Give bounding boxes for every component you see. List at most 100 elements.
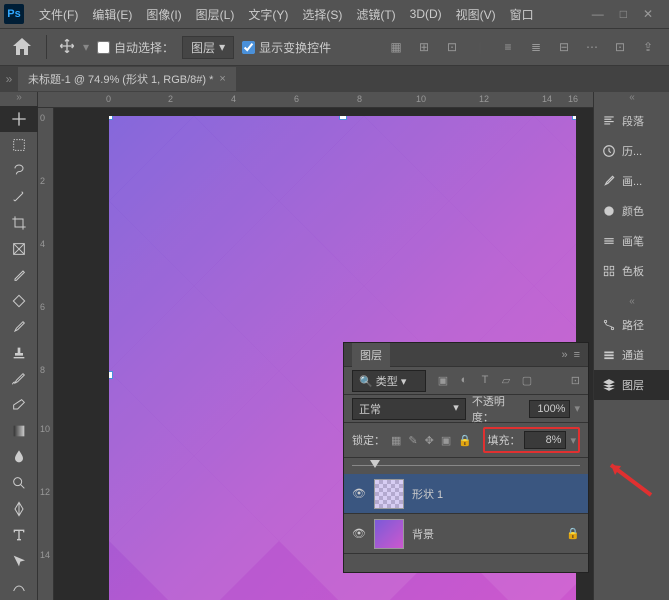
share-icon[interactable]: ⇪	[637, 40, 659, 54]
layers-panel-tab[interactable]: 图层	[352, 343, 390, 367]
gradient-tool[interactable]	[0, 418, 38, 444]
auto-select-target-dropdown[interactable]: 图层▾	[182, 36, 234, 59]
filter-shape-icon[interactable]: ▱	[499, 374, 513, 387]
layer-name[interactable]: 形状 1	[412, 486, 580, 502]
mode-icon[interactable]: ⊡	[609, 40, 631, 54]
maximize-icon[interactable]: □	[620, 7, 627, 21]
minimize-icon[interactable]: —	[592, 7, 604, 21]
healing-tool[interactable]	[0, 288, 38, 314]
layer-name[interactable]: 背景	[412, 526, 558, 542]
filter-pixel-icon[interactable]: ▣	[436, 374, 450, 387]
eraser-tool[interactable]	[0, 392, 38, 418]
visibility-toggle-icon[interactable]: 👁	[352, 527, 366, 540]
align-icon[interactable]: ⊞	[413, 40, 435, 54]
ruler-horizontal[interactable]: 0246810121416	[38, 92, 593, 108]
panel-history[interactable]: 历...	[594, 136, 669, 166]
transform-handle[interactable]	[339, 116, 347, 120]
type-tool[interactable]	[0, 522, 38, 548]
filter-smart-icon[interactable]: ▢	[520, 374, 534, 387]
close-icon[interactable]: ✕	[643, 7, 653, 21]
panel-brushes[interactable]: 画...	[594, 166, 669, 196]
frame-tool[interactable]	[0, 236, 38, 262]
distribute-icon[interactable]: ≣	[525, 40, 547, 54]
lock-all-icon[interactable]: 🔒	[458, 434, 472, 447]
lock-brush-icon[interactable]: ✎	[408, 434, 417, 447]
dodge-tool[interactable]	[0, 470, 38, 496]
opacity-value[interactable]: 100%	[529, 400, 570, 418]
auto-select-checkbox[interactable]: 自动选择：	[97, 39, 174, 56]
layer-thumbnail[interactable]	[374, 479, 404, 509]
fill-value[interactable]: 8%	[524, 431, 566, 449]
lock-label: 锁定：	[352, 432, 385, 448]
lock-icon: 🔒	[566, 527, 580, 540]
menu-select[interactable]: 选择(S)	[295, 6, 349, 23]
opacity-dropdown-icon[interactable]: ▾	[574, 402, 580, 415]
align-icon[interactable]: ▦	[385, 40, 407, 54]
marquee-tool[interactable]	[0, 132, 38, 158]
layer-thumbnail[interactable]	[374, 519, 404, 549]
panel-collapse-icon[interactable]: »	[561, 349, 567, 361]
document-tab[interactable]: 未标题-1 @ 74.9% (形状 1, RGB/8#) * ×	[18, 67, 236, 91]
brush-tool[interactable]	[0, 314, 38, 340]
history-brush-tool[interactable]	[0, 366, 38, 392]
menu-file[interactable]: 文件(F)	[32, 6, 85, 23]
panel-menu-icon[interactable]: ≡	[574, 349, 580, 361]
filter-adjust-icon[interactable]: ◐	[457, 374, 471, 387]
shape-tool[interactable]	[0, 574, 38, 600]
lock-position-icon[interactable]: ✥	[425, 434, 434, 447]
transform-handle[interactable]	[109, 116, 113, 120]
menu-3d[interactable]: 3D(D)	[403, 7, 449, 21]
panel-color[interactable]: 颜色	[594, 196, 669, 226]
panel-swatches[interactable]: 色板	[594, 256, 669, 286]
stamp-tool[interactable]	[0, 340, 38, 366]
filter-type-icon[interactable]: T	[478, 374, 492, 387]
menu-edit[interactable]: 编辑(E)	[85, 6, 139, 23]
layer-item-shape1[interactable]: 👁 形状 1	[344, 474, 588, 514]
pen-tool[interactable]	[0, 496, 38, 522]
panel-brush-settings[interactable]: 画笔	[594, 226, 669, 256]
crop-tool[interactable]	[0, 210, 38, 236]
home-icon[interactable]	[10, 35, 34, 59]
menu-layer[interactable]: 图层(L)	[189, 6, 242, 23]
eyedropper-tool[interactable]	[0, 262, 38, 288]
filter-toggle-icon[interactable]: ⊡	[571, 374, 580, 387]
close-tab-icon[interactable]: ×	[219, 73, 225, 85]
lock-artboard-icon[interactable]: ▣	[441, 434, 451, 447]
menu-filter[interactable]: 滤镜(T)	[349, 6, 402, 23]
panels-collapse-icon[interactable]: «	[594, 92, 669, 106]
fill-slider[interactable]	[352, 460, 580, 472]
show-transform-checkbox[interactable]: 显示变换控件	[242, 39, 331, 56]
lasso-tool[interactable]	[0, 158, 38, 184]
blend-mode-dropdown[interactable]: 正常▾	[352, 398, 466, 420]
layer-item-background[interactable]: 👁 背景 🔒	[344, 514, 588, 554]
toolbar-collapse-icon[interactable]: »	[0, 92, 38, 106]
panel-paths[interactable]: 路径	[594, 310, 669, 340]
visibility-toggle-icon[interactable]: 👁	[352, 487, 366, 500]
tab-chevron-icon[interactable]: »	[0, 72, 18, 86]
menu-window[interactable]: 窗口	[503, 6, 541, 23]
fill-dropdown-icon[interactable]: ▾	[570, 434, 576, 447]
menu-type[interactable]: 文字(Y)	[241, 6, 295, 23]
panels-collapse-icon[interactable]: «	[594, 296, 669, 310]
panel-layers[interactable]: 图层	[594, 370, 669, 400]
transform-handle[interactable]	[109, 371, 113, 379]
distribute-icon[interactable]: ≡	[497, 40, 519, 54]
wand-tool[interactable]	[0, 184, 38, 210]
layer-filter-dropdown[interactable]: 🔍 类型 ▾	[352, 370, 426, 392]
panel-paragraph[interactable]: 段落	[594, 106, 669, 136]
blur-tool[interactable]	[0, 444, 38, 470]
path-tool[interactable]	[0, 548, 38, 574]
align-icon[interactable]: ⊡	[441, 40, 463, 54]
layers-panel[interactable]: 图层 »≡ 🔍 类型 ▾ ▣ ◐ T ▱ ▢ ⊡ 正常▾ 不透明度： 100% …	[343, 342, 589, 573]
lock-pixels-icon[interactable]: ▦	[391, 434, 401, 447]
menu-view[interactable]: 视图(V)	[449, 6, 503, 23]
distribute-icon[interactable]: ⊟	[553, 40, 575, 54]
more-icon[interactable]: ⋯	[581, 40, 603, 54]
move-tool[interactable]	[0, 106, 38, 132]
ruler-vertical[interactable]: 02468101214	[38, 108, 54, 600]
menu-image[interactable]: 图像(I)	[139, 6, 188, 23]
move-tool-icon[interactable]	[59, 38, 75, 57]
panel-channels[interactable]: 通道	[594, 340, 669, 370]
transform-handle[interactable]	[572, 116, 576, 120]
auto-select-label: 自动选择：	[114, 39, 174, 56]
